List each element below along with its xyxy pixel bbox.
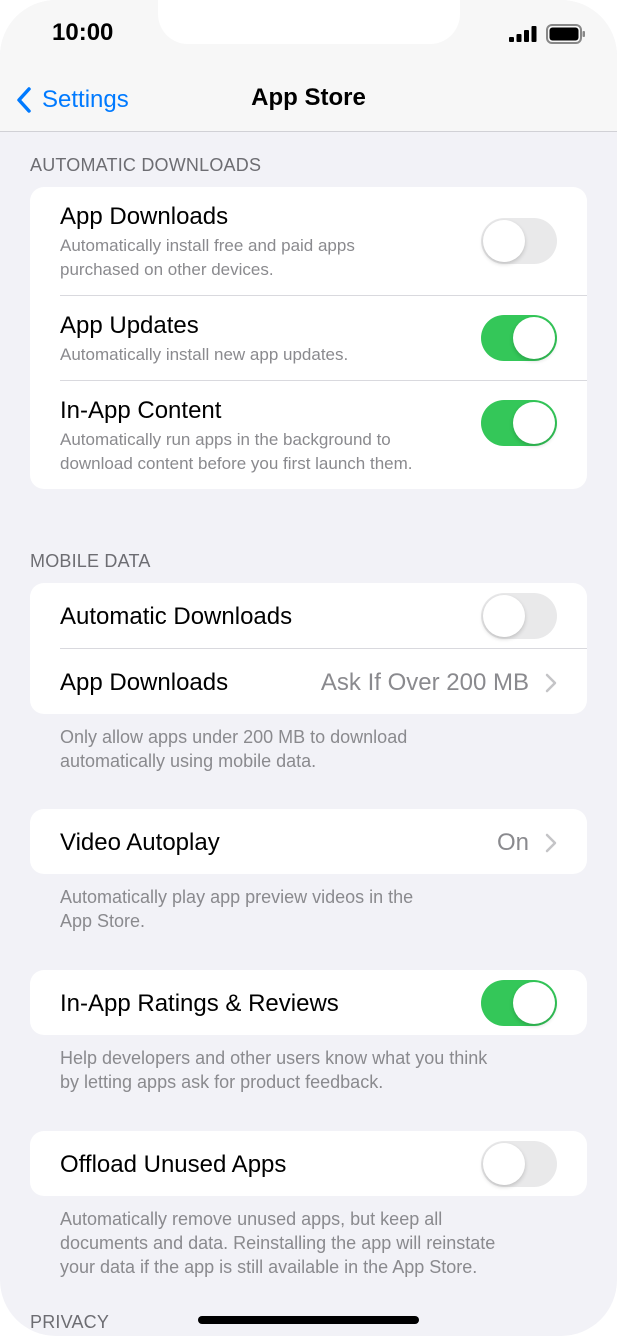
cellular-signal-icon	[509, 26, 537, 42]
section-header-mobile-data: MOBILE DATA	[30, 551, 151, 571]
offload-unused-apps-toggle[interactable]	[481, 1141, 557, 1187]
row-offload-unused-apps[interactable]: Offload Unused Apps	[30, 1131, 587, 1196]
footer-text: Automatically play app preview videos in…	[60, 887, 414, 907]
footer-text: documents and data. Reinstalling the app…	[60, 1233, 496, 1253]
home-indicator[interactable]	[198, 1316, 419, 1324]
navigation-bar: 10:00 Settings App Store	[0, 0, 617, 132]
row-title: App Downloads	[60, 669, 229, 696]
row-value: Ask If Over 200 MB	[320, 669, 529, 696]
phone-screen: 10:00 Settings App Store AUTOMATIC DOWNL…	[0, 0, 617, 1336]
row-subtitle: download content before you first launch…	[60, 454, 413, 473]
in-app-ratings-toggle[interactable]	[481, 980, 557, 1026]
row-title: In-App Content	[60, 397, 222, 424]
chevron-right-icon	[545, 833, 557, 853]
mobile-automatic-downloads-toggle[interactable]	[481, 593, 557, 639]
row-title: Video Autoplay	[60, 829, 220, 856]
footer-text: Automatically remove unused apps, but ke…	[60, 1209, 443, 1229]
battery-icon	[546, 24, 585, 44]
row-video-autoplay[interactable]: Video Autoplay On	[30, 809, 587, 874]
row-value: On	[496, 829, 529, 856]
row-title: Automatic Downloads	[60, 603, 293, 630]
app-downloads-toggle[interactable]	[481, 218, 557, 264]
automatic-downloads-card: App Downloads Automatically install free…	[30, 187, 587, 489]
row-subtitle: Automatically run apps in the background…	[60, 430, 391, 449]
row-mobile-automatic-downloads[interactable]: Automatic Downloads	[30, 583, 587, 648]
status-time: 10:00	[52, 19, 114, 46]
row-title: App Downloads	[60, 203, 229, 230]
row-subtitle: Automatically install free and paid apps	[60, 236, 355, 255]
row-mobile-app-downloads[interactable]: App Downloads Ask If Over 200 MB	[30, 649, 587, 714]
ratings-card: In-App Ratings & Reviews	[30, 970, 587, 1035]
footer-text: Help developers and other users know wha…	[60, 1048, 488, 1068]
row-app-updates[interactable]: App Updates Automatically install new ap…	[30, 296, 587, 381]
row-subtitle: Automatically install new app updates.	[60, 345, 349, 364]
footer-text: Only allow apps under 200 MB to download	[60, 727, 408, 747]
footer-text: App Store.	[60, 911, 146, 931]
footer-text: your data if the app is still available …	[60, 1257, 478, 1277]
footer-text: by letting apps ask for product feedback…	[60, 1072, 384, 1092]
section-header-automatic-downloads: AUTOMATIC DOWNLOADS	[30, 155, 262, 175]
video-autoplay-card: Video Autoplay On	[30, 809, 587, 874]
page-title: App Store	[251, 84, 366, 111]
offload-card: Offload Unused Apps	[30, 1131, 587, 1196]
row-app-downloads[interactable]: App Downloads Automatically install free…	[30, 187, 587, 296]
row-in-app-content[interactable]: In-App Content Automatically run apps in…	[30, 381, 587, 489]
app-updates-toggle[interactable]	[481, 315, 557, 361]
notch	[158, 0, 460, 44]
mobile-data-card: Automatic Downloads App Downloads Ask If…	[30, 583, 587, 714]
footer-text: automatically using mobile data.	[60, 751, 317, 771]
section-header-privacy: PRIVACY	[30, 1312, 110, 1332]
row-in-app-ratings[interactable]: In-App Ratings & Reviews	[30, 970, 587, 1035]
row-title: In-App Ratings & Reviews	[60, 990, 339, 1017]
in-app-content-toggle[interactable]	[481, 400, 557, 446]
row-subtitle: purchased on other devices.	[60, 260, 274, 279]
row-title: App Updates	[60, 312, 199, 339]
chevron-right-icon	[545, 673, 557, 693]
row-title: Offload Unused Apps	[60, 1151, 287, 1178]
